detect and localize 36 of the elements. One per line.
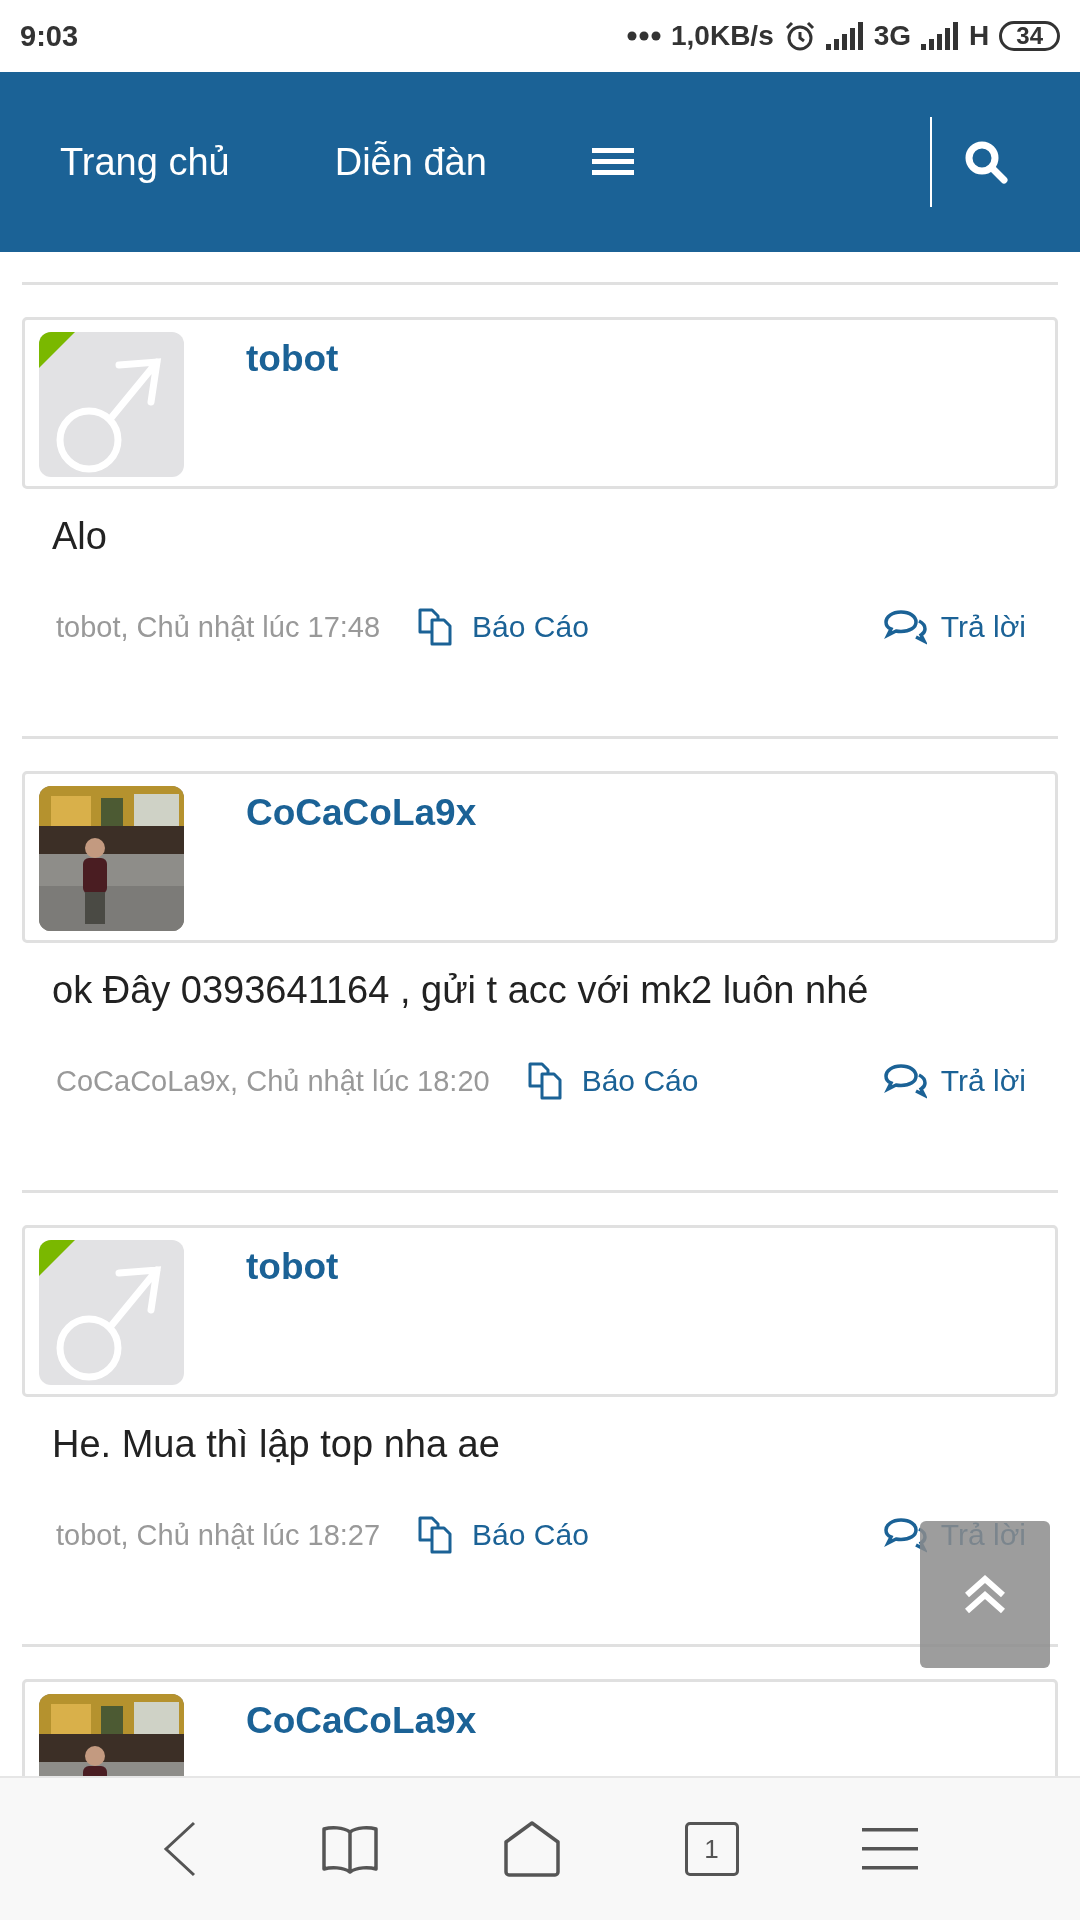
alarm-clock-icon xyxy=(783,20,816,52)
username[interactable]: tobot xyxy=(246,1246,339,1290)
post-meta: CoCaCoLa9x, Chủ nhật lúc 18:20 xyxy=(56,1064,490,1098)
home-icon[interactable] xyxy=(503,1820,561,1878)
username[interactable]: CoCaCoLa9x xyxy=(246,792,477,836)
tabs-count[interactable]: 1 xyxy=(684,1822,739,1876)
chat-bubbles-icon xyxy=(882,609,927,645)
more-dots-icon xyxy=(627,31,661,41)
network-speed: 1,0KB/s xyxy=(671,20,774,52)
post-meta: tobot, Chủ nhật lúc 17:48 xyxy=(56,610,381,644)
reply-link[interactable]: Trả lời xyxy=(882,609,1026,645)
back-icon[interactable] xyxy=(161,1821,198,1877)
reply-link[interactable]: Trả lời xyxy=(882,1063,1026,1099)
chevrons-up-icon xyxy=(963,1574,1007,1615)
nav-link[interactable]: Diễn đàn xyxy=(334,140,487,184)
clock: 9:03 xyxy=(20,19,79,53)
signal-icon xyxy=(825,22,864,50)
signal-icon xyxy=(921,22,960,50)
nav-link[interactable]: Trang chủ xyxy=(60,140,230,184)
report-link[interactable]: Báo Cáo xyxy=(416,1514,589,1556)
post-message: He. Mua thì lập top nha ae xyxy=(51,1422,501,1466)
menu-icon[interactable] xyxy=(862,1826,919,1872)
battery-level: 34 xyxy=(999,21,1060,51)
post-message: ok Đây 0393641164 , gửi t acc với mk2 luôn nhé xyxy=(51,968,870,1012)
username[interactable]: CoCaCoLa9x xyxy=(246,1700,477,1744)
chat-bubbles-icon xyxy=(882,1063,927,1099)
book-icon[interactable] xyxy=(321,1824,380,1874)
post-message: Alo xyxy=(51,514,108,558)
report-link[interactable]: Báo Cáo xyxy=(525,1060,699,1102)
username[interactable]: tobot xyxy=(246,338,339,382)
network-type: H xyxy=(969,20,990,52)
report-link[interactable]: Báo Cáo xyxy=(416,606,589,648)
menu-icon[interactable] xyxy=(591,148,634,176)
post-meta: tobot, Chủ nhật lúc 18:27 xyxy=(56,1518,381,1552)
scroll-to-top-button[interactable] xyxy=(920,1521,1050,1668)
network-type: 3G xyxy=(873,20,912,52)
